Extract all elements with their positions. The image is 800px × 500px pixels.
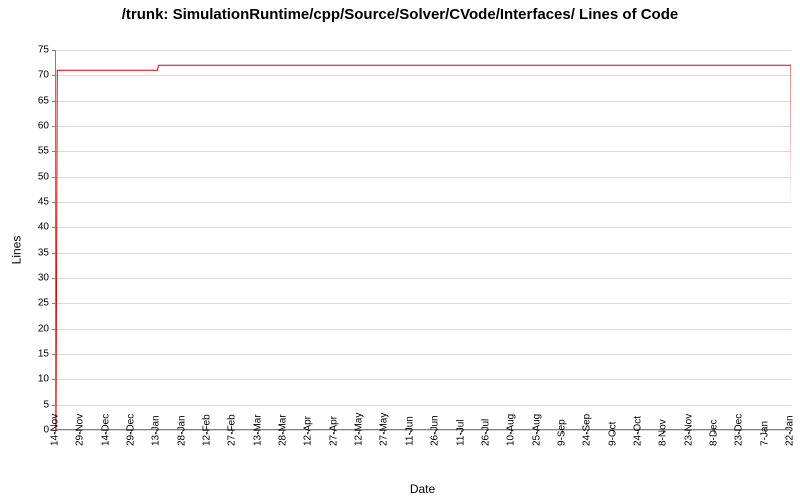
y-tick-mark: [52, 75, 56, 76]
x-axis-ticks: 14-Nov29-Nov14-Dec29-Dec13-Jan28-Jan12-F…: [55, 430, 790, 490]
y-axis-ticks: 051015202530354045505560657075: [0, 50, 55, 430]
x-tick-label: 13-Jan: [151, 436, 162, 446]
x-tick-label: 26-Jul: [480, 436, 491, 446]
y-tick-label: 55: [0, 146, 49, 157]
x-tick-label: 10-Aug: [506, 436, 517, 446]
y-tick-label: 25: [0, 298, 49, 309]
y-tick-label: 60: [0, 121, 49, 132]
x-axis-label: Date: [55, 482, 790, 496]
y-tick-label: 35: [0, 247, 49, 258]
x-tick-label: 8-Dec: [708, 436, 719, 446]
y-tick-mark: [52, 126, 56, 127]
y-tick-mark: [52, 278, 56, 279]
x-tick-label: 12-Apr: [303, 436, 314, 446]
series-line: [56, 65, 791, 430]
x-tick-label: 24-Oct: [632, 436, 643, 446]
x-tick-label: 12-Feb: [202, 436, 213, 446]
x-tick-label: 23-Dec: [734, 436, 745, 446]
x-tick-label: 12-May: [354, 436, 365, 446]
x-tick-label: 7-Jan: [759, 436, 770, 446]
y-tick-label: 45: [0, 197, 49, 208]
y-tick-label: 15: [0, 349, 49, 360]
y-tick-mark: [52, 303, 56, 304]
x-tick-label: 14-Dec: [100, 436, 111, 446]
line-series-layer: [56, 50, 791, 430]
y-tick-label: 40: [0, 222, 49, 233]
x-tick-label: 8-Nov: [658, 436, 669, 446]
y-tick-label: 10: [0, 374, 49, 385]
x-tick-label: 26-Jun: [430, 436, 441, 446]
x-tick-label: 29-Nov: [75, 436, 86, 446]
chart-title: /trunk: SimulationRuntime/cpp/Source/Sol…: [0, 6, 800, 25]
y-tick-label: 0: [0, 425, 49, 436]
x-tick-label: 11-Jul: [455, 436, 466, 446]
y-tick-mark: [52, 151, 56, 152]
y-tick-mark: [52, 253, 56, 254]
x-tick-label: 9-Oct: [607, 436, 618, 446]
y-tick-label: 50: [0, 171, 49, 182]
y-tick-label: 75: [0, 45, 49, 56]
x-tick-label: 11-Jun: [404, 436, 415, 446]
x-tick-label: 14-Nov: [50, 436, 61, 446]
y-tick-mark: [52, 354, 56, 355]
y-tick-mark: [52, 50, 56, 51]
y-tick-label: 5: [0, 399, 49, 410]
chart-container: /trunk: SimulationRuntime/cpp/Source/Sol…: [0, 0, 800, 500]
x-tick-label: 27-May: [379, 436, 390, 446]
x-tick-label: 27-Apr: [328, 436, 339, 446]
y-tick-mark: [52, 202, 56, 203]
y-tick-mark: [52, 227, 56, 228]
y-tick-label: 30: [0, 273, 49, 284]
plot-area: [55, 50, 790, 430]
x-tick-label: 25-Aug: [531, 436, 542, 446]
x-tick-label: 23-Nov: [683, 436, 694, 446]
x-tick-label: 27-Feb: [227, 436, 238, 446]
x-tick-label: 24-Sep: [582, 436, 593, 446]
x-tick-label: 9-Sep: [556, 436, 567, 446]
y-tick-label: 20: [0, 323, 49, 334]
y-tick-mark: [52, 379, 56, 380]
x-tick-label: 22-Jan: [785, 436, 796, 446]
x-tick-label: 29-Dec: [126, 436, 137, 446]
y-tick-label: 70: [0, 70, 49, 81]
y-tick-label: 65: [0, 95, 49, 106]
x-tick-label: 13-Mar: [252, 436, 263, 446]
x-tick-label: 28-Jan: [176, 436, 187, 446]
x-tick-label: 28-Mar: [278, 436, 289, 446]
y-tick-mark: [52, 101, 56, 102]
y-tick-mark: [52, 177, 56, 178]
y-tick-mark: [52, 405, 56, 406]
y-tick-mark: [52, 329, 56, 330]
